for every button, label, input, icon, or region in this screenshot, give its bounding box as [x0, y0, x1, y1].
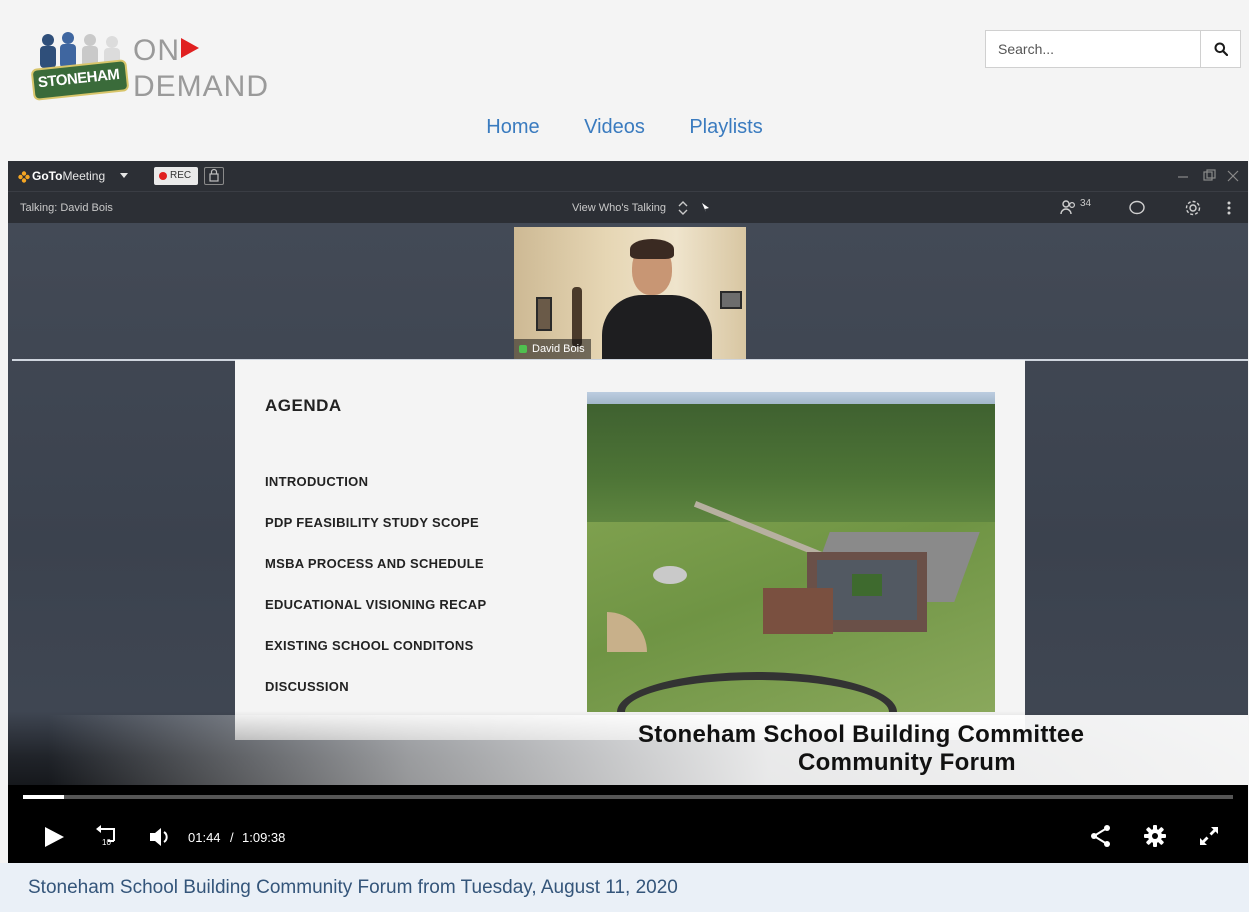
chevron-down-icon: [120, 173, 128, 178]
rewind-seconds: 10: [102, 838, 111, 847]
video-player[interactable]: GoToMeeting REC Talking: David Bois View…: [8, 161, 1248, 863]
logo-demand-text: DEMAND: [133, 70, 270, 103]
rec-badge: REC: [154, 167, 198, 185]
speaker-audio-icon: [519, 345, 527, 353]
duration: 1:09:38: [242, 830, 286, 845]
presentation-slide: AGENDA INTRODUCTION PDP FEASIBILITY STUD…: [235, 360, 1025, 740]
fullscreen-icon: [1200, 827, 1218, 845]
rec-dot-icon: [159, 172, 167, 180]
fullscreen-button[interactable]: [1196, 823, 1222, 849]
gotomeeting-subbar: Talking: David Bois View Who's Talking 3…: [8, 191, 1248, 223]
gotomeeting-flower-icon: [18, 171, 30, 183]
share-icon: [1091, 825, 1110, 847]
play-button[interactable]: [42, 825, 66, 849]
gotomeeting-toolbar: GoToMeeting REC: [8, 161, 1248, 191]
agenda-item: DISCUSSION: [265, 679, 349, 694]
guitar: [572, 287, 582, 347]
progress-fill: [23, 795, 65, 799]
talking-label: Talking: David Bois: [20, 202, 113, 214]
caption-line-2: Community Forum: [798, 749, 1016, 776]
agenda-item: EDUCATIONAL VISIONING RECAP: [265, 597, 487, 612]
nav-videos[interactable]: Videos: [584, 116, 645, 139]
logo-on-text: ON: [133, 34, 180, 67]
video-title: Stoneham School Building Community Forum…: [28, 877, 678, 898]
speaker-hair: [630, 239, 674, 259]
slide-title: AGENDA: [265, 396, 342, 415]
attendee-count: 34: [1080, 198, 1092, 209]
wall-picture-frame-2: [720, 291, 742, 309]
gear-icon[interactable]: [1184, 199, 1202, 217]
video-title-bar: Stoneham School Building Community Forum…: [0, 863, 1249, 912]
logo-play-icon: [181, 38, 199, 58]
speaker-body: [602, 295, 712, 359]
window-controls-icon[interactable]: [1172, 167, 1244, 185]
view-whos-talking-selector[interactable]: View Who's Talking: [572, 202, 666, 214]
page: STONEHAM ON DEMAND Home Videos Playlists: [0, 0, 1249, 912]
main-nav: Home Videos Playlists: [0, 116, 1249, 146]
player-controls: 10 01:44 / 1:09:38: [8, 785, 1248, 863]
search-input[interactable]: [986, 31, 1200, 67]
attendees-icon[interactable]: [1060, 200, 1078, 216]
gotomeeting-brand[interactable]: GoToMeeting: [32, 169, 105, 183]
share-button[interactable]: [1088, 823, 1114, 849]
chat-icon[interactable]: [1128, 200, 1146, 216]
search-box: [985, 30, 1241, 68]
agenda-item: EXISTING SCHOOL CONDITONS: [265, 638, 474, 653]
more-vertical-icon[interactable]: [1226, 200, 1232, 216]
volume-button[interactable]: [148, 825, 174, 849]
agenda-item: PDP FEASIBILITY STUDY SCOPE: [265, 515, 479, 530]
chevron-updown-icon[interactable]: [678, 201, 688, 215]
volume-icon: [150, 828, 168, 846]
caption-line-1: Stoneham School Building Committee: [638, 721, 1085, 748]
nav-playlists[interactable]: Playlists: [689, 116, 762, 139]
aerial-school-photo: [587, 392, 995, 712]
agenda-item: MSBA PROCESS AND SCHEDULE: [265, 556, 484, 571]
rewind-10-button[interactable]: 10: [94, 823, 120, 851]
play-icon: [45, 827, 64, 847]
webcam-tile: David Bois: [514, 227, 746, 359]
rec-label: REC: [170, 170, 192, 181]
time-separator: /: [230, 830, 234, 845]
current-time: 01:44: [188, 830, 221, 845]
site-header: STONEHAM ON DEMAND Home Videos Playlists: [0, 0, 1249, 160]
webcam-name-label: David Bois: [514, 339, 591, 359]
site-logo[interactable]: STONEHAM ON DEMAND: [26, 30, 276, 110]
cursor-icon: [702, 203, 709, 212]
settings-button[interactable]: [1142, 823, 1168, 849]
lock-icon[interactable]: [204, 167, 224, 185]
agenda-item: INTRODUCTION: [265, 474, 369, 489]
search-icon: [1214, 42, 1228, 56]
progress-bar[interactable]: [23, 795, 1233, 799]
settings-gear-icon: [1144, 825, 1166, 847]
wall-picture-frame: [536, 297, 552, 331]
badge-text: STONEHAM: [37, 65, 121, 92]
nav-home[interactable]: Home: [486, 116, 539, 139]
search-button[interactable]: [1200, 31, 1240, 67]
